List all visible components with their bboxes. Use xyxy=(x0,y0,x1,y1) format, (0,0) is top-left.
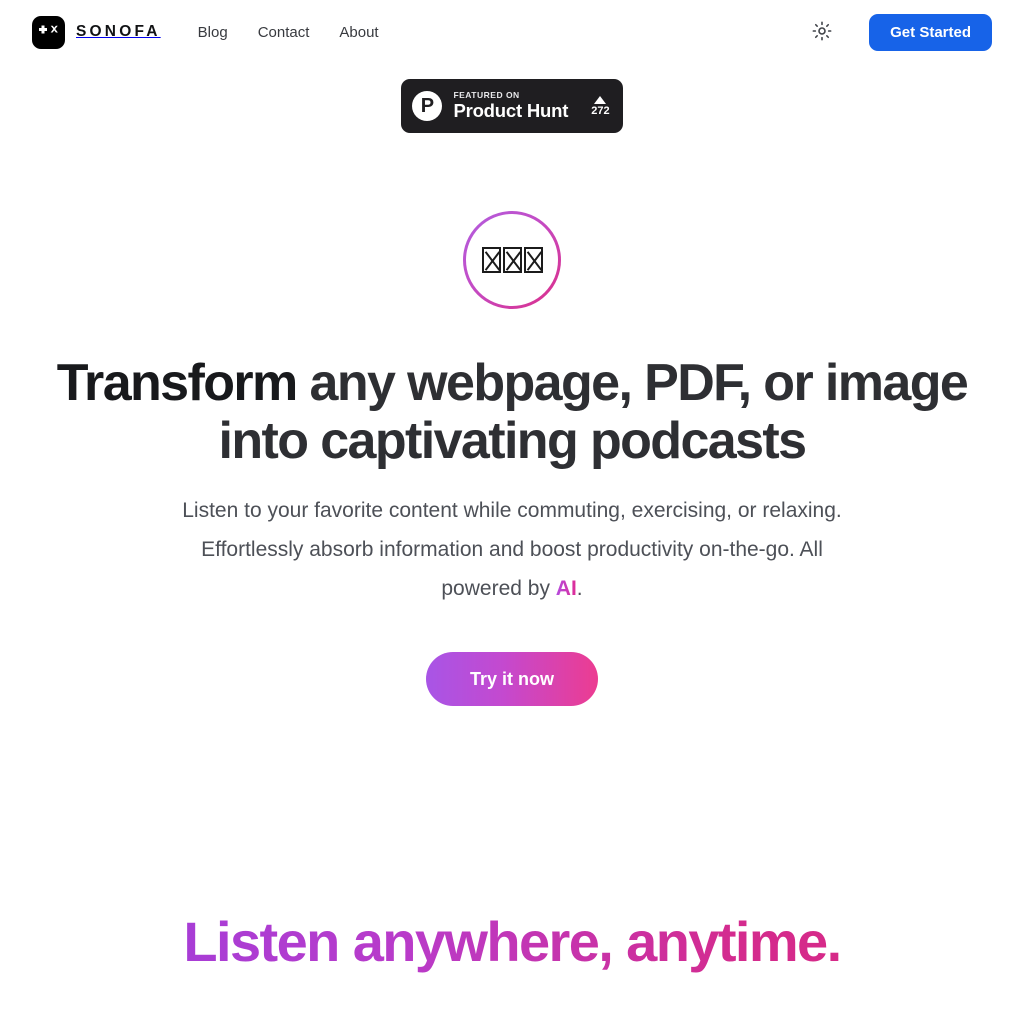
triangle-up-icon xyxy=(594,95,607,104)
product-hunt-title: Product Hunt xyxy=(453,100,569,122)
page-title: Transform any webpage, PDF, or image int… xyxy=(0,354,1024,470)
brand-logo-link[interactable]: SONOFA xyxy=(32,15,161,49)
get-started-button[interactable]: Get Started xyxy=(869,13,992,51)
product-hunt-eyebrow: FEATURED ON xyxy=(453,90,520,101)
hero-title-rest: any webpage, PDF, or image into captivat… xyxy=(218,354,969,471)
nav-item-contact[interactable]: Contact xyxy=(258,24,310,41)
hero-subtitle-highlight: AI xyxy=(555,577,577,601)
plus-x-logo-icon xyxy=(32,15,65,49)
hero-avatar-glyphs xyxy=(466,214,558,306)
product-hunt-logo-icon: P xyxy=(412,91,443,121)
missing-glyph-icon xyxy=(481,247,501,273)
hero-title-lead: Transform xyxy=(56,354,298,412)
theme-toggle-button[interactable] xyxy=(809,19,835,45)
nav-item-blog[interactable]: Blog xyxy=(198,24,228,41)
product-hunt-badge-row: P FEATURED ON Product Hunt 272 xyxy=(0,79,1024,133)
brand-name: SONOFA xyxy=(76,23,161,40)
hero-subtitle-period: . xyxy=(576,577,583,601)
try-it-now-button[interactable]: Try it now xyxy=(425,652,598,706)
product-hunt-badge[interactable]: P FEATURED ON Product Hunt 272 xyxy=(401,79,623,133)
hero-subtitle-text: Listen to your favorite content while co… xyxy=(182,499,842,601)
header-actions: Get Started xyxy=(809,13,992,51)
missing-glyph-icon xyxy=(502,247,522,273)
hero-section: Transform any webpage, PDF, or image int… xyxy=(0,133,1024,706)
product-hunt-upvote-count: 272 xyxy=(591,104,610,117)
product-hunt-text: FEATURED ON Product Hunt xyxy=(453,90,568,121)
site-header: SONOFA Blog Contact About Get Started xyxy=(0,0,1024,64)
primary-nav: Blog Contact About xyxy=(198,24,379,41)
nav-item-about[interactable]: About xyxy=(339,24,378,41)
sun-icon xyxy=(812,21,832,44)
hero-subtitle: Listen to your favorite content while co… xyxy=(162,492,862,609)
section-title: Listen anywhere, anytime. xyxy=(0,911,1024,973)
hero-avatar-ring xyxy=(463,211,561,309)
listen-anywhere-section: Listen anywhere, anytime. xyxy=(0,911,1024,973)
product-hunt-upvotes[interactable]: 272 xyxy=(591,95,610,117)
missing-glyph-icon xyxy=(523,247,543,273)
